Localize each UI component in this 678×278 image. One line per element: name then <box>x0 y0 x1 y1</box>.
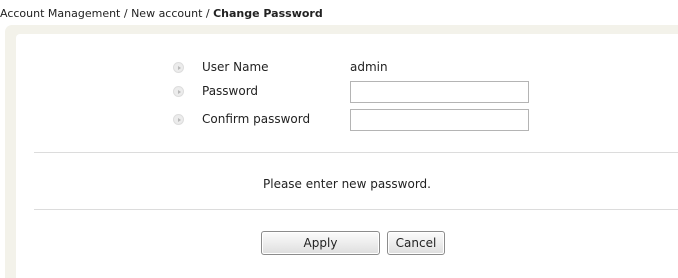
confirm-password-row: Confirm password <box>16 108 678 132</box>
password-row: Password <box>16 80 678 104</box>
status-message: Please enter new password. <box>263 177 431 191</box>
username-label: User Name <box>202 60 269 74</box>
circle-arrow-right-icon <box>173 62 184 73</box>
divider <box>34 209 678 210</box>
password-label: Password <box>202 84 259 98</box>
change-password-panel: User Name admin Password Confirm passwor… <box>16 34 678 278</box>
confirm-password-label: Confirm password <box>202 112 311 126</box>
circle-arrow-right-icon <box>173 86 184 97</box>
breadcrumb: Account Management / New account / Chang… <box>0 7 323 20</box>
breadcrumb-account-management[interactable]: Account Management <box>0 7 120 20</box>
password-field[interactable] <box>350 81 529 103</box>
apply-button[interactable]: Apply <box>261 231 380 255</box>
circle-arrow-right-icon <box>173 114 184 125</box>
breadcrumb-new-account[interactable]: New account <box>131 7 202 20</box>
cancel-button[interactable]: Cancel <box>387 231 445 255</box>
breadcrumb-current-page: Change Password <box>213 7 323 20</box>
breadcrumb-separator: / <box>120 7 132 20</box>
username-row: User Name admin <box>16 56 678 80</box>
username-value: admin <box>350 60 388 74</box>
breadcrumb-separator: / <box>202 7 214 20</box>
divider <box>34 152 678 153</box>
confirm-password-field[interactable] <box>350 109 529 131</box>
